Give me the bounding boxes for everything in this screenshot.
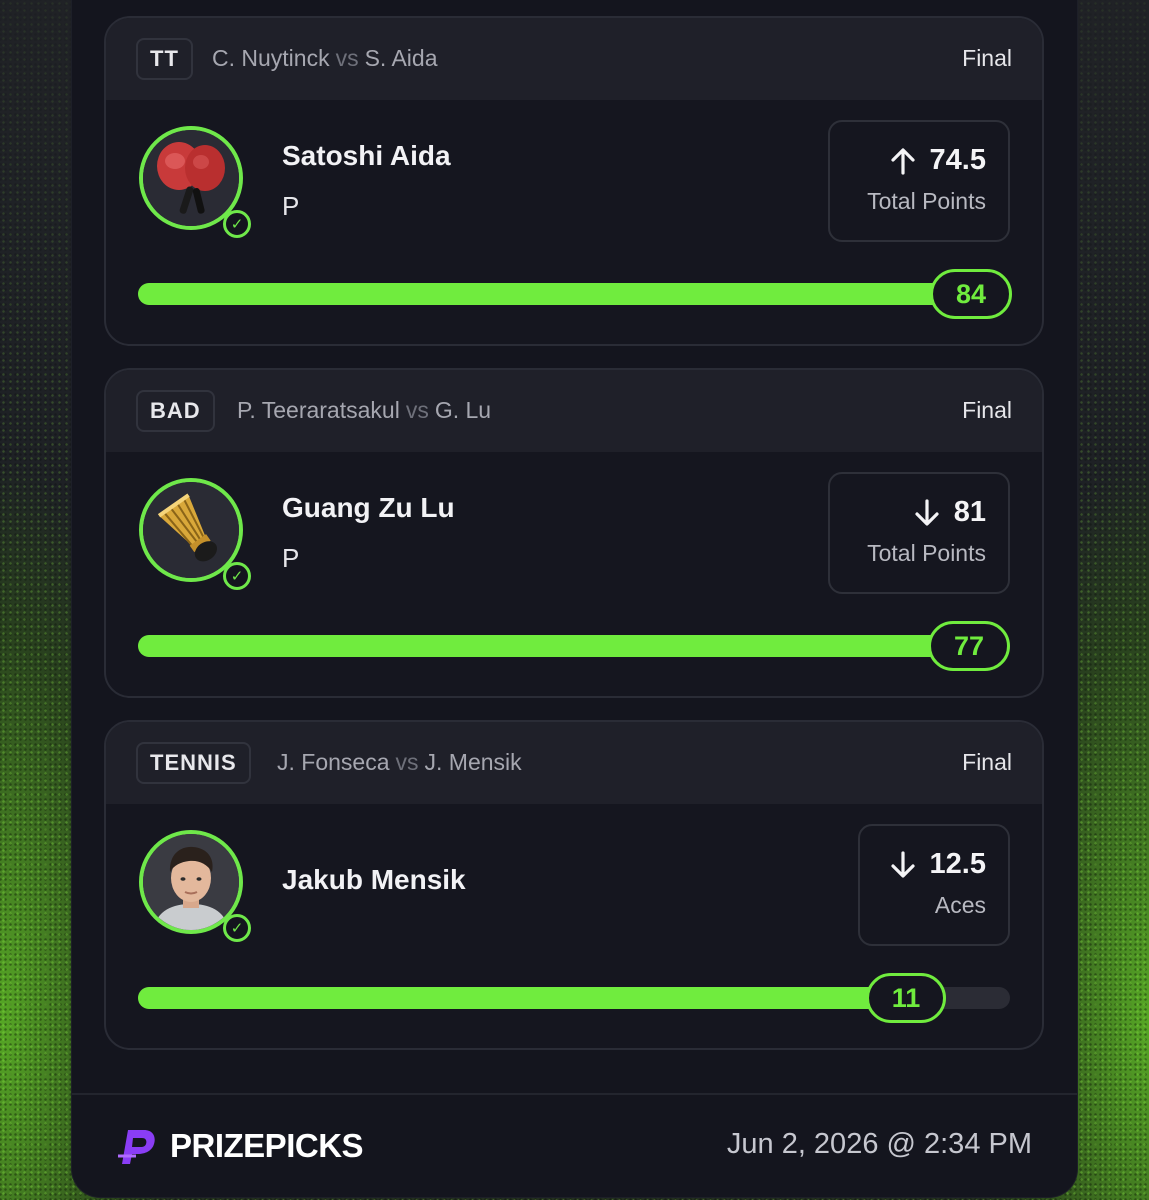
player-position: P [282,543,300,573]
checkmark-icon: ✓ [223,562,251,590]
checkmark-icon: ✓ [223,210,251,238]
stat-line: 74.5 [890,144,986,177]
stat-line-box: 74.5 Total Points [828,120,1010,242]
matchup-player-a: J. Fonseca [277,749,390,775]
player-name: Satoshi Aida [282,140,451,171]
progress-fill [138,635,967,657]
stat-line-box: 81 Total Points [828,472,1010,594]
progress-fill [138,987,906,1009]
brand-name: PRIZEPICKS [170,1127,364,1164]
matchup-player-b: S. Aida [364,45,438,71]
game-status: Final [962,397,1012,423]
pick-card[interactable]: TT C. Nuytinck vs S. Aida Final ✓ Satoshi … [104,16,1044,346]
arrow-down-icon [890,850,915,878]
stat-line-box: 12.5 Aces [858,824,1010,946]
pick-card[interactable]: TENNIS J. Fonseca vs J. Mensik Final ✓ Jak… [104,720,1044,1050]
card-header: TENNIS J. Fonseca vs J. Mensik Final [106,722,1042,804]
brand[interactable]: PRIZEPICKS [114,1124,364,1168]
card-header: BAD P. Teeraratsakul vs G. Lu Final [106,370,1042,452]
prizepicks-logo-icon [118,1130,155,1164]
matchup-vs: vs [335,45,359,71]
matchup: P. Teeraratsakul vs G. Lu [237,397,491,424]
stat-label: Aces [934,892,986,918]
pick-card[interactable]: BAD P. Teeraratsakul vs G. Lu Final ✓ Guan… [104,368,1044,698]
player-position: P [282,191,300,221]
footer-divider [72,1093,1077,1095]
progress-track: 77 [138,621,1010,671]
result-pill: 11 [866,973,946,1023]
matchup-vs: vs [405,397,429,423]
stat-line: 12.5 [890,848,986,881]
progress-fill [138,283,1010,305]
card-header: TT C. Nuytinck vs S. Aida Final [106,18,1042,100]
stat-line-value: 74.5 [929,144,986,176]
player-name: Guang Zu Lu [282,492,455,523]
arrow-down-icon [915,498,939,526]
matchup-player-a: P. Teeraratsakul [237,397,400,423]
matchup-player-b: J. Mensik [424,749,522,775]
game-status: Final [962,749,1012,775]
matchup-player-b: G. Lu [434,397,492,423]
stat-line: 81 [914,496,986,529]
arrow-up-icon [890,147,915,175]
stat-label: Total Points [867,540,986,566]
matchup-player-a: C. Nuytinck [212,45,330,71]
stat-label: Total Points [867,188,986,214]
progress-track: 84 [138,269,1012,319]
timestamp: Jun 2, 2026 @ 2:34 PM [726,1128,1032,1160]
sport-tag: BAD [136,390,215,432]
stat-line-value: 81 [953,496,986,528]
matchup-vs: vs [395,749,419,775]
sport-tag: TENNIS [136,742,251,784]
matchup: J. Fonseca vs J. Mensik [277,749,522,776]
result-pill: 77 [928,621,1010,671]
game-status: Final [962,45,1012,71]
progress-track: 11 [138,973,1010,1023]
checkmark-icon: ✓ [223,914,251,942]
sport-tag: TT [136,38,193,80]
matchup: C. Nuytinck vs S. Aida [212,45,437,72]
player-name: Jakub Mensik [282,864,466,895]
stat-line-value: 12.5 [929,848,986,880]
result-pill: 84 [930,269,1012,319]
